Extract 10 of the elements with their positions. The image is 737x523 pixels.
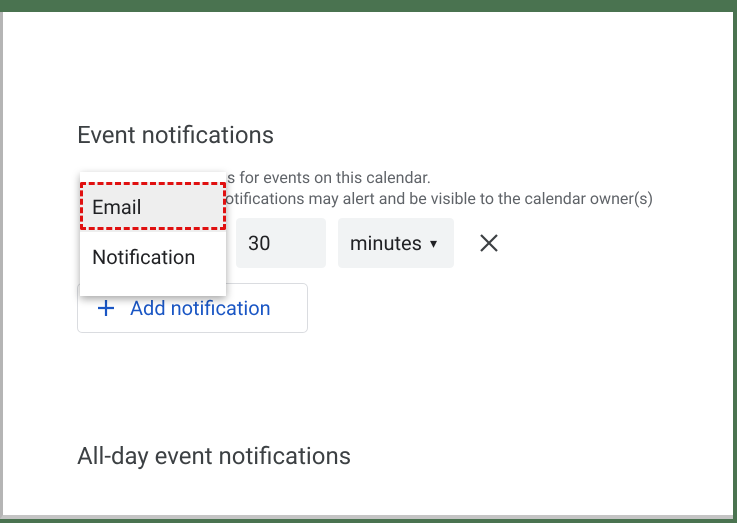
unit-dropdown[interactable]: minutes ▾ — [338, 218, 454, 268]
close-icon[interactable] — [479, 233, 499, 253]
menu-item[interactable]: Email — [80, 182, 226, 232]
description-text: s for events on this calendar. — [226, 167, 432, 188]
description-text: otifications may alert and be visible to the calendar owner(s) — [225, 188, 654, 209]
section-title: All-day event notifications — [77, 441, 352, 471]
number-field[interactable]: 30 — [236, 218, 326, 268]
plus-icon — [96, 298, 116, 318]
section-title: Event notifications — [77, 120, 276, 150]
menu-item[interactable]: Notification — [80, 232, 226, 282]
